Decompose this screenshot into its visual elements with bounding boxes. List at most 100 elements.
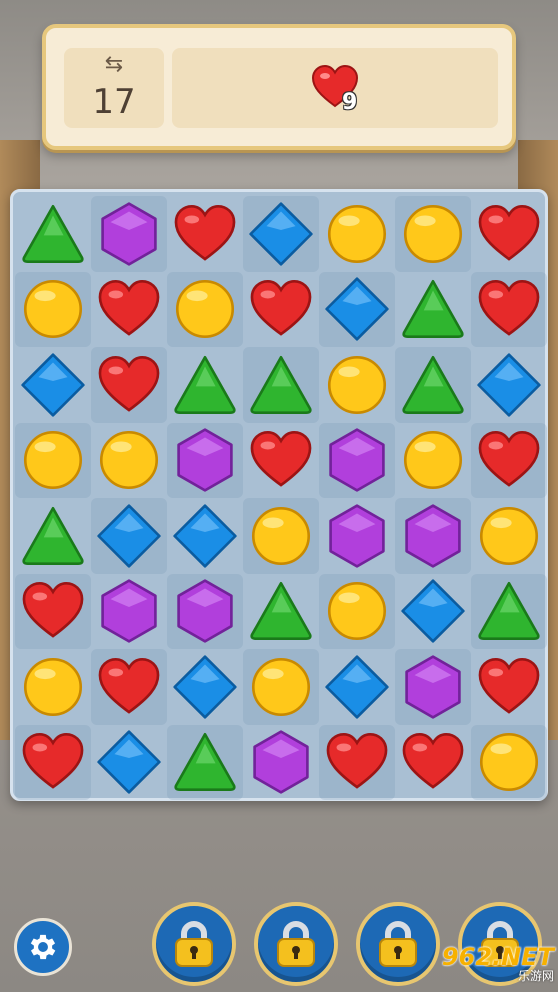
- board-cell[interactable]: [243, 649, 319, 725]
- board-cell[interactable]: [243, 423, 319, 499]
- hexagon-gem[interactable]: [248, 729, 314, 795]
- board-cell[interactable]: [471, 498, 547, 574]
- heart-gem[interactable]: [324, 729, 390, 795]
- heart-gem[interactable]: [400, 729, 466, 795]
- heart-gem[interactable]: [476, 427, 542, 493]
- board-cell[interactable]: [395, 649, 471, 725]
- diamond-gem[interactable]: [96, 503, 162, 569]
- circle-gem[interactable]: [400, 427, 466, 493]
- board-cell[interactable]: [167, 196, 243, 272]
- hexagon-gem[interactable]: [172, 427, 238, 493]
- circle-gem[interactable]: [20, 654, 86, 720]
- board-cell[interactable]: [471, 422, 547, 498]
- board-cell[interactable]: [91, 196, 167, 272]
- board-cell[interactable]: [167, 422, 243, 498]
- triangle-gem[interactable]: [400, 352, 466, 418]
- board-cell[interactable]: [319, 271, 395, 347]
- board-cell[interactable]: [243, 272, 319, 348]
- triangle-gem[interactable]: [476, 578, 542, 644]
- board-cell[interactable]: [319, 498, 395, 574]
- circle-gem[interactable]: [172, 276, 238, 342]
- circle-gem[interactable]: [20, 427, 86, 493]
- board-cell[interactable]: [15, 196, 91, 272]
- diamond-gem[interactable]: [324, 276, 390, 342]
- board-cell[interactable]: [91, 498, 167, 574]
- diamond-gem[interactable]: [172, 503, 238, 569]
- heart-gem[interactable]: [248, 276, 314, 342]
- circle-gem[interactable]: [324, 352, 390, 418]
- diamond-gem[interactable]: [324, 654, 390, 720]
- diamond-gem[interactable]: [96, 729, 162, 795]
- board-cell[interactable]: [91, 649, 167, 725]
- board-cell[interactable]: [91, 574, 167, 650]
- board-cell[interactable]: [395, 725, 471, 801]
- board-cell[interactable]: [167, 271, 243, 347]
- triangle-gem[interactable]: [248, 578, 314, 644]
- heart-gem[interactable]: [96, 352, 162, 418]
- circle-gem[interactable]: [324, 578, 390, 644]
- board-cell[interactable]: [91, 272, 167, 348]
- hexagon-gem[interactable]: [400, 503, 466, 569]
- triangle-gem[interactable]: [172, 729, 238, 795]
- board-cell[interactable]: [167, 724, 243, 800]
- diamond-gem[interactable]: [172, 654, 238, 720]
- hexagon-gem[interactable]: [324, 427, 390, 493]
- circle-gem[interactable]: [476, 503, 542, 569]
- heart-gem[interactable]: [248, 427, 314, 493]
- board-cell[interactable]: [471, 271, 547, 347]
- board-cell[interactable]: [319, 347, 395, 423]
- board-cell[interactable]: [243, 347, 319, 423]
- triangle-gem[interactable]: [20, 503, 86, 569]
- hexagon-gem[interactable]: [324, 503, 390, 569]
- diamond-gem[interactable]: [400, 578, 466, 644]
- triangle-gem[interactable]: [248, 352, 314, 418]
- board-cell[interactable]: [395, 347, 471, 423]
- board-cell[interactable]: [319, 724, 395, 800]
- hexagon-gem[interactable]: [172, 578, 238, 644]
- board-cell[interactable]: [395, 498, 471, 574]
- board-cell[interactable]: [15, 498, 91, 574]
- board-cell[interactable]: [91, 725, 167, 801]
- booster-2-locked[interactable]: [254, 902, 338, 986]
- board-cell[interactable]: [15, 422, 91, 498]
- board-cell[interactable]: [319, 649, 395, 725]
- heart-gem[interactable]: [20, 578, 86, 644]
- board-cell[interactable]: [319, 573, 395, 649]
- heart-gem[interactable]: [476, 276, 542, 342]
- diamond-gem[interactable]: [20, 352, 86, 418]
- board-cell[interactable]: [243, 498, 319, 574]
- triangle-gem[interactable]: [400, 276, 466, 342]
- board-cell[interactable]: [15, 573, 91, 649]
- circle-gem[interactable]: [20, 276, 86, 342]
- board-cell[interactable]: [243, 196, 319, 272]
- board-cell[interactable]: [167, 347, 243, 423]
- board-cell[interactable]: [319, 196, 395, 272]
- circle-gem[interactable]: [248, 503, 314, 569]
- board-cell[interactable]: [471, 196, 547, 272]
- board-cell[interactable]: [395, 196, 471, 272]
- diamond-gem[interactable]: [248, 201, 314, 267]
- triangle-gem[interactable]: [20, 201, 86, 267]
- circle-gem[interactable]: [400, 201, 466, 267]
- board-cell[interactable]: [395, 574, 471, 650]
- board-cell[interactable]: [167, 573, 243, 649]
- heart-gem[interactable]: [20, 729, 86, 795]
- settings-button[interactable]: [14, 918, 72, 976]
- heart-gem[interactable]: [476, 201, 542, 267]
- booster-1-locked[interactable]: [152, 902, 236, 986]
- diamond-gem[interactable]: [476, 352, 542, 418]
- circle-gem[interactable]: [96, 427, 162, 493]
- board-cell[interactable]: [471, 347, 547, 423]
- board-cell[interactable]: [395, 272, 471, 348]
- board-cell[interactable]: [167, 649, 243, 725]
- triangle-gem[interactable]: [172, 352, 238, 418]
- hexagon-gem[interactable]: [400, 654, 466, 720]
- hexagon-gem[interactable]: [96, 201, 162, 267]
- board-cell[interactable]: [15, 347, 91, 423]
- board-cell[interactable]: [91, 347, 167, 423]
- heart-gem[interactable]: [96, 654, 162, 720]
- board-cell[interactable]: [243, 574, 319, 650]
- board-cell[interactable]: [91, 423, 167, 499]
- circle-gem[interactable]: [248, 654, 314, 720]
- board-cell[interactable]: [395, 423, 471, 499]
